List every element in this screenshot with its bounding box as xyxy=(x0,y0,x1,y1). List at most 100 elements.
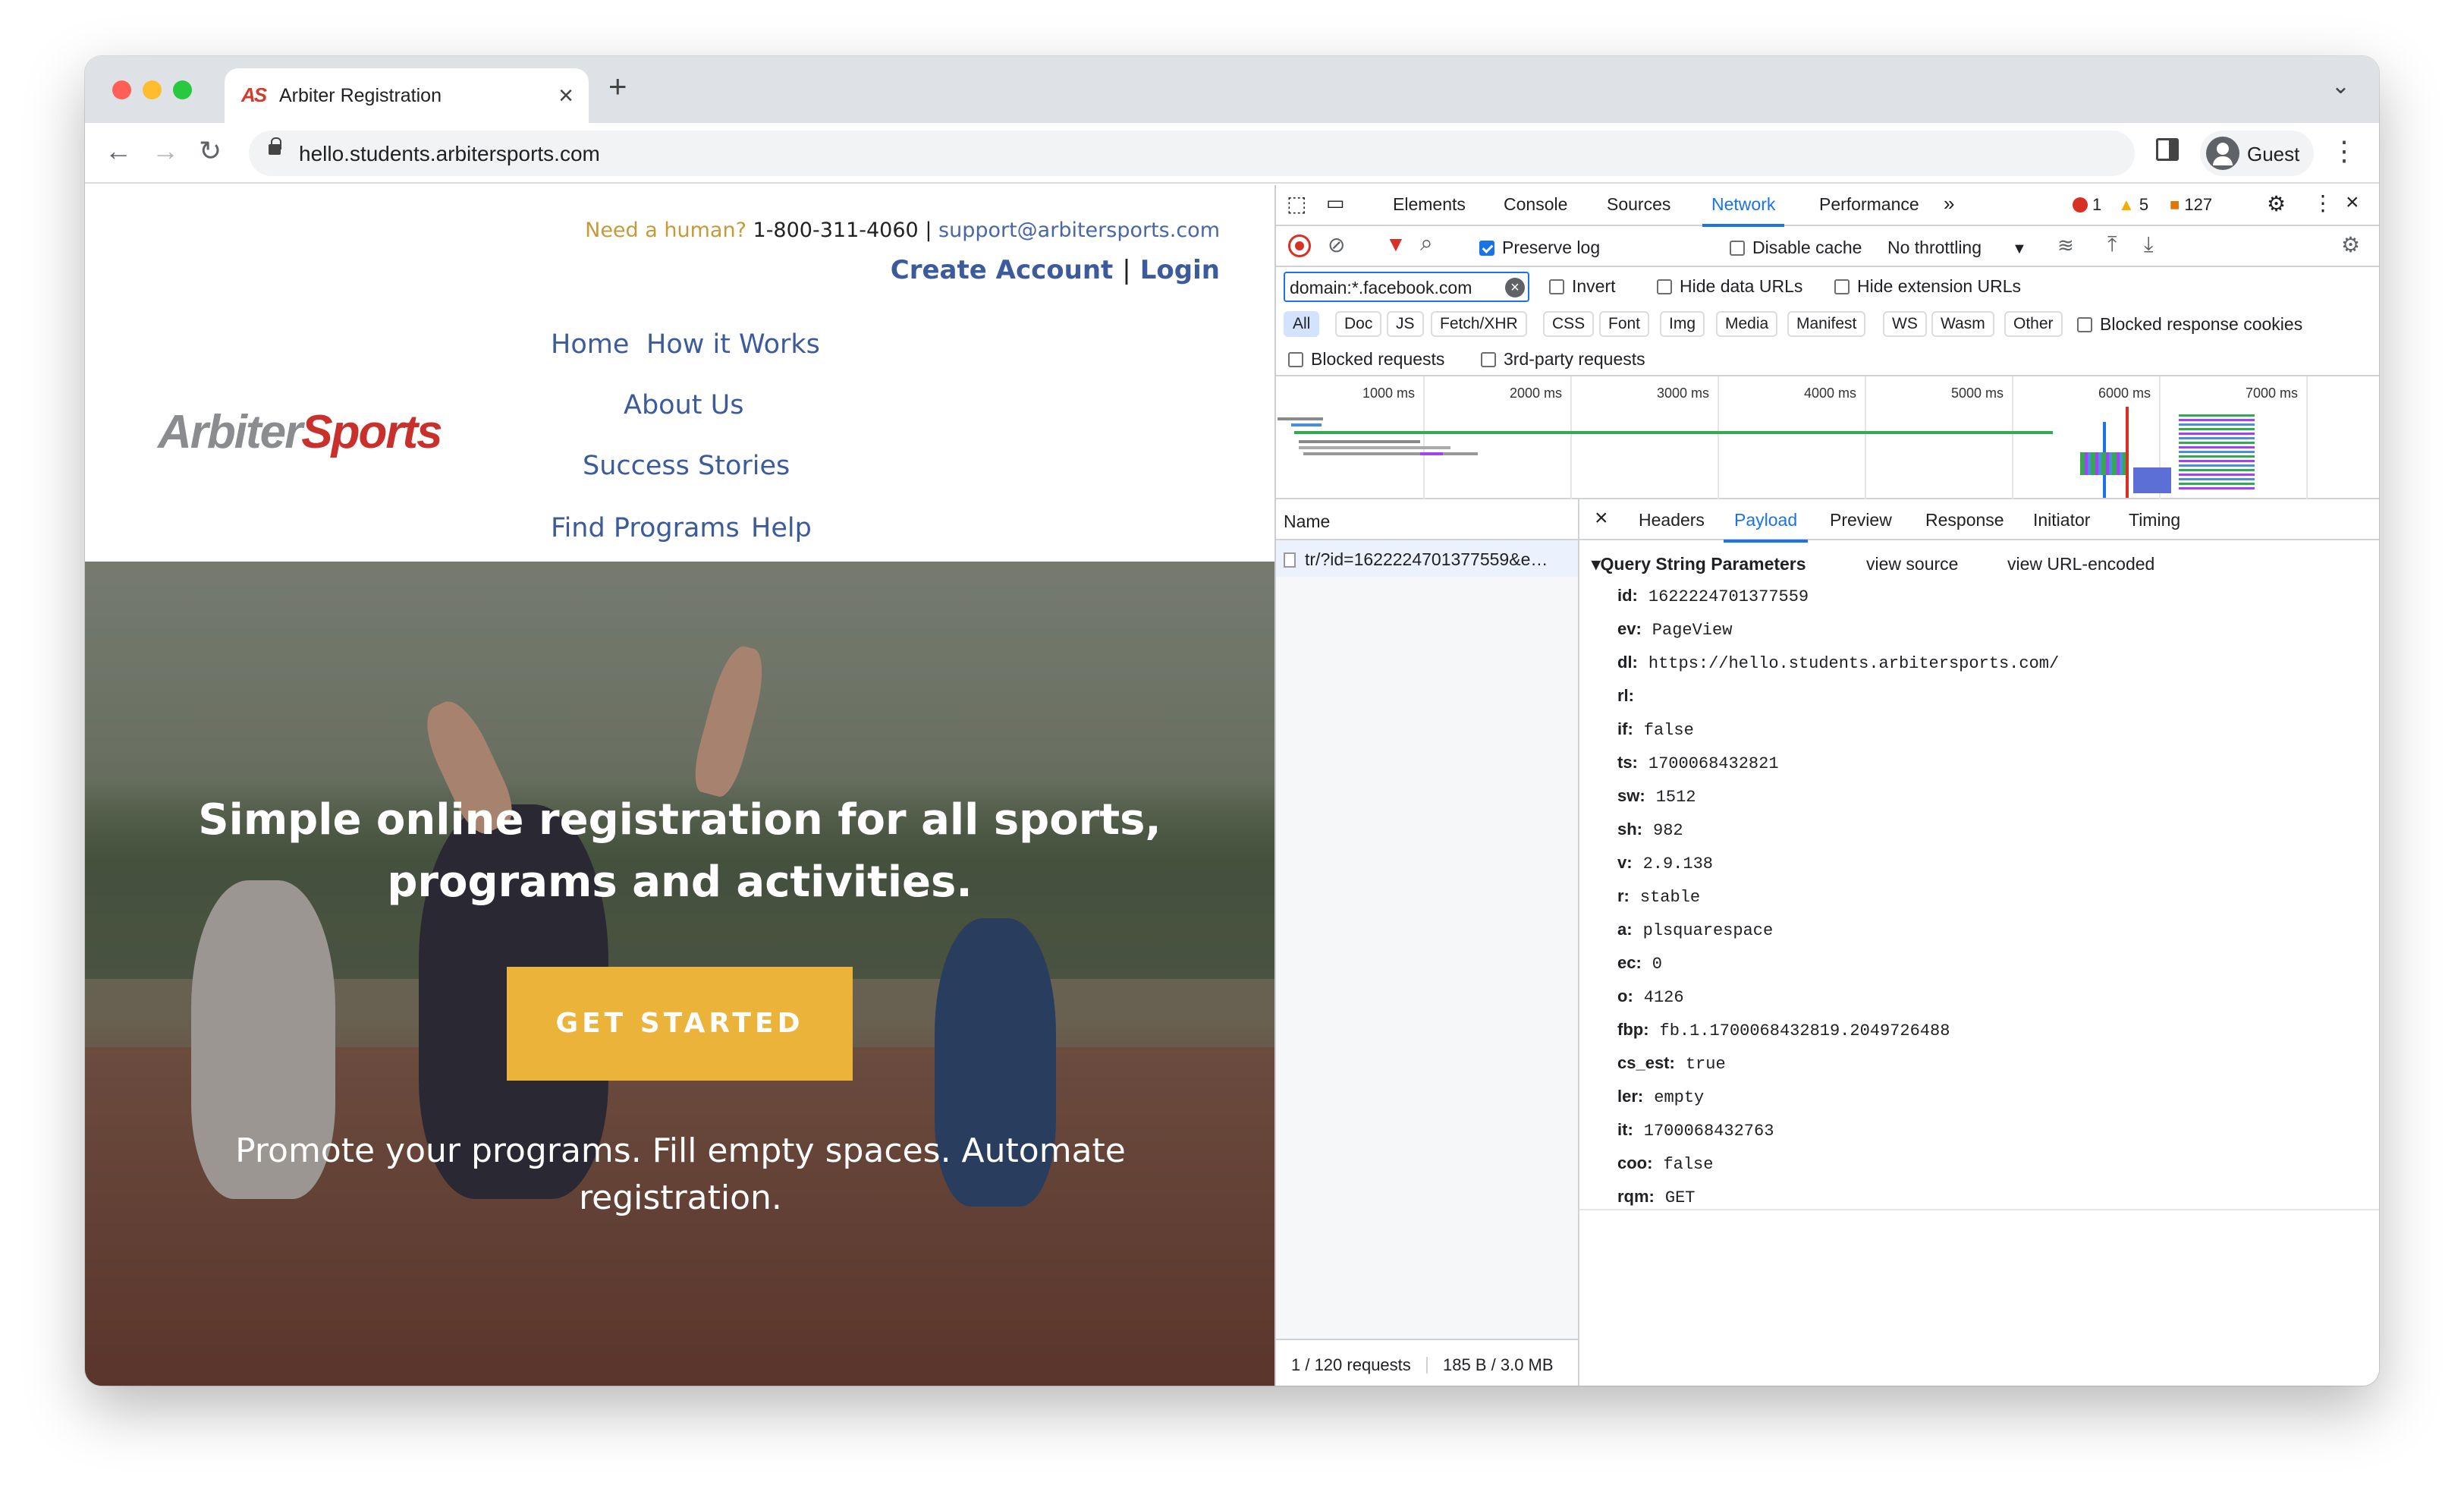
tab-search-chevron-icon[interactable]: ⌄ xyxy=(2331,73,2350,99)
view-source-link[interactable]: view source xyxy=(1866,554,1958,574)
new-tab-icon[interactable]: + xyxy=(608,68,627,105)
lock-icon[interactable] xyxy=(269,137,281,155)
tab-sources[interactable]: Sources xyxy=(1607,194,1670,215)
clear-icon[interactable]: ⊘ xyxy=(1328,232,1345,257)
phone-number[interactable]: 1-800-311-4060 xyxy=(753,219,919,242)
back-arrow-icon[interactable]: ← xyxy=(105,135,132,167)
error-count[interactable]: 1 xyxy=(2073,195,2101,215)
hide-data-urls-check-icon[interactable] xyxy=(1657,279,1672,294)
login-link[interactable]: Login xyxy=(1140,255,1220,285)
tab-performance[interactable]: Performance xyxy=(1819,194,1919,215)
maximize-window-button[interactable] xyxy=(173,80,192,99)
inspect-element-icon[interactable]: ⬚ xyxy=(1287,191,1306,216)
type-filter-img[interactable]: Img xyxy=(1660,311,1705,337)
filter-input[interactable]: domain:*.facebook.com × xyxy=(1284,272,1529,302)
nav-home[interactable]: Home xyxy=(551,329,629,360)
preserve-log-checkbox[interactable]: Preserve log xyxy=(1479,238,1600,258)
blocked-response-cookies-checkbox[interactable]: Blocked response cookies xyxy=(2077,314,2302,335)
type-filter-all[interactable]: All xyxy=(1284,311,1320,337)
side-panel-icon[interactable] xyxy=(2156,138,2179,161)
create-account-link[interactable]: Create Account xyxy=(891,255,1114,285)
disable-cache-checkbox[interactable]: Disable cache xyxy=(1730,238,1862,258)
detail-tab-timing[interactable]: Timing xyxy=(2129,510,2180,530)
third-party-checkbox[interactable]: 3rd-party requests xyxy=(1481,349,1645,370)
detail-tab-preview[interactable]: Preview xyxy=(1830,510,1892,530)
nav-how-it-works[interactable]: How it Works xyxy=(646,329,820,360)
hero-headline: Simple online registration for all sport… xyxy=(85,789,1274,914)
close-devtools-icon[interactable]: × xyxy=(2346,190,2359,216)
tab-network[interactable]: Network xyxy=(1702,194,1785,227)
tab-console[interactable]: Console xyxy=(1504,194,1567,215)
type-filter-font[interactable]: Font xyxy=(1599,311,1650,337)
preserve-log-check-icon[interactable] xyxy=(1479,241,1494,256)
settings-gear-icon[interactable]: ⚙ xyxy=(2267,191,2286,216)
get-started-button[interactable]: GET STARTED xyxy=(507,967,853,1081)
device-toolbar-icon[interactable]: ▭ xyxy=(1326,191,1345,215)
type-filter-wasm[interactable]: Wasm xyxy=(1931,311,1994,337)
hide-extension-urls-checkbox[interactable]: Hide extension URLs xyxy=(1834,276,2021,297)
blocked-response-cookies-check-icon[interactable] xyxy=(2077,317,2092,332)
detail-tab-initiator[interactable]: Initiator xyxy=(2033,510,2090,530)
type-filter-media[interactable]: Media xyxy=(1716,311,1778,337)
request-row[interactable]: tr/?id=1622224701377559&e… xyxy=(1276,540,1578,577)
network-settings-gear-icon[interactable]: ⚙ xyxy=(2341,232,2360,257)
address-url[interactable]: hello.students.arbitersports.com xyxy=(299,142,600,166)
hide-extension-urls-check-icon[interactable] xyxy=(1834,279,1850,294)
hide-data-urls-checkbox[interactable]: Hide data URLs xyxy=(1657,276,1802,297)
type-filter-css[interactable]: CSS xyxy=(1543,311,1595,337)
search-icon[interactable]: ⌕ xyxy=(1420,231,1433,256)
error-count-value: 1 xyxy=(2092,195,2102,214)
more-tabs-icon[interactable]: » xyxy=(1944,192,1954,216)
name-column-header[interactable]: Name xyxy=(1276,499,1578,540)
type-filter-ws[interactable]: WS xyxy=(1883,311,1927,337)
import-har-icon[interactable]: ⤒ xyxy=(2107,232,2117,257)
filter-icon[interactable]: ▼ xyxy=(1385,232,1406,256)
type-filter-fetch-xhr[interactable]: Fetch/XHR xyxy=(1431,311,1527,337)
address-bar[interactable]: hello.students.arbitersports.com xyxy=(249,131,2135,176)
support-email-link[interactable]: support@arbitersports.com xyxy=(938,219,1220,242)
minimize-window-button[interactable] xyxy=(143,80,162,99)
view-url-encoded-link[interactable]: view URL-encoded xyxy=(2007,554,2154,574)
throttling-select[interactable]: No throttling ▼ xyxy=(1887,238,2027,258)
clear-filter-icon[interactable]: × xyxy=(1505,278,1525,297)
timeline-tick-label: 5000 ms xyxy=(1951,386,2004,401)
close-tab-icon[interactable]: × xyxy=(558,81,574,111)
reload-icon[interactable]: ↻ xyxy=(199,135,222,167)
filter-input-value[interactable]: domain:*.facebook.com xyxy=(1290,278,1472,297)
type-filter-js[interactable]: JS xyxy=(1387,311,1424,337)
devtools-menu-icon[interactable]: ⋮ xyxy=(2312,190,2334,216)
issues-count[interactable]: ■ 127 xyxy=(2170,195,2212,215)
invert-check-icon[interactable] xyxy=(1549,279,1564,294)
browser-tab[interactable]: AS Arbiter Registration × xyxy=(225,68,589,123)
type-filter-manifest[interactable]: Manifest xyxy=(1787,311,1866,337)
forward-arrow-icon[interactable]: → xyxy=(152,135,179,167)
record-icon[interactable] xyxy=(1288,234,1311,257)
warning-count[interactable]: ▲ 5 xyxy=(2118,195,2148,215)
blocked-requests-checkbox[interactable]: Blocked requests xyxy=(1288,349,1444,370)
param-value: 2.9.138 xyxy=(1642,854,1713,873)
type-filter-other[interactable]: Other xyxy=(2004,311,2063,337)
detail-tab-response[interactable]: Response xyxy=(1925,510,2004,530)
nav-help[interactable]: Help xyxy=(751,513,812,543)
type-filter-doc[interactable]: Doc xyxy=(1335,311,1382,337)
invert-checkbox[interactable]: Invert xyxy=(1549,276,1616,297)
close-detail-icon[interactable]: × xyxy=(1595,505,1608,531)
arbitersports-logo[interactable]: ArbiterSports xyxy=(158,405,443,459)
third-party-check-icon[interactable] xyxy=(1481,352,1496,367)
close-window-button[interactable] xyxy=(112,80,131,99)
nav-success-stories[interactable]: Success Stories xyxy=(583,451,790,481)
browser-menu-icon[interactable]: ⋮ xyxy=(2330,135,2358,167)
blocked-requests-check-icon[interactable] xyxy=(1288,352,1303,367)
network-conditions-icon[interactable]: ≋ xyxy=(2057,234,2074,257)
network-overview-timeline[interactable]: 1000 ms 2000 ms 3000 ms 4000 ms 5000 ms … xyxy=(1276,376,2379,499)
nav-about-us[interactable]: About Us xyxy=(624,390,743,420)
request-filter-row: Blocked requests 3rd-party requests xyxy=(1276,341,2379,376)
detail-tab-headers[interactable]: Headers xyxy=(1639,510,1705,530)
export-har-icon[interactable]: ⤓ xyxy=(2144,232,2153,257)
profile-button[interactable]: Guest xyxy=(2200,131,2314,176)
tab-elements[interactable]: Elements xyxy=(1393,194,1466,215)
nav-find-programs[interactable]: Find Programs xyxy=(551,513,740,543)
detail-tab-payload[interactable]: Payload xyxy=(1723,510,1809,543)
query-string-section-toggle[interactable]: ▾Query String Parameters xyxy=(1592,554,1806,574)
disable-cache-check-icon[interactable] xyxy=(1730,241,1745,256)
